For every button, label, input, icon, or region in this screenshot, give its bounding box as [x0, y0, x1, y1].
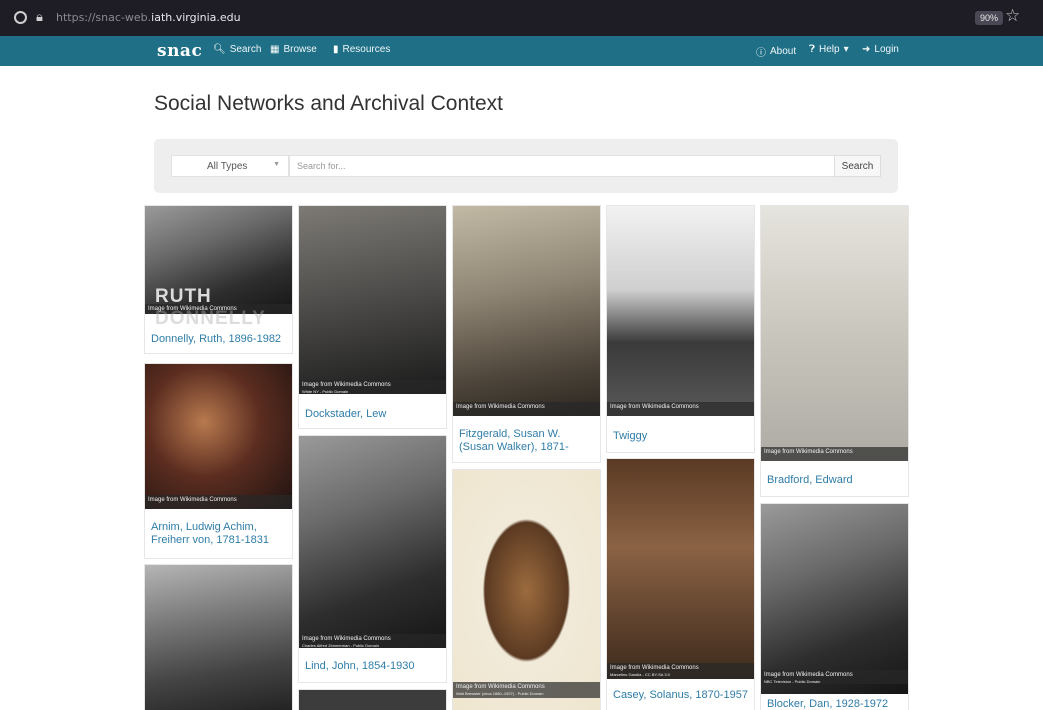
image-caption-text: Image from Wikimedia Commons — [610, 665, 699, 671]
image-credit: White NY - Public Domain — [302, 388, 349, 394]
entity-card[interactable]: Image from Wikimedia Commons Bradford, E… — [760, 205, 909, 497]
image-caption: Image from Wikimedia Commons Walt Brewste… — [453, 682, 600, 698]
page-title: Social Networks and Archival Context — [154, 92, 503, 115]
entity-card[interactable]: Image from Wikimedia Commons Charles Alfr… — [298, 435, 447, 683]
entity-name-link[interactable]: Bradford, Edward — [767, 474, 853, 487]
image-caption: Image from Wikimedia Commons — [453, 402, 600, 416]
address-field[interactable]: https://snac-web.iath.virginia.edu — [56, 11, 241, 24]
entity-card[interactable]: Image from Wikimedia Commons White NY - P… — [298, 205, 447, 429]
entity-card[interactable] — [298, 689, 447, 710]
nav-login[interactable]: ➜ Login — [862, 44, 899, 55]
entity-grid: RUTH DONNELLY Image from Wikimedia Commo… — [144, 205, 910, 710]
search-panel: All Types ▼ Search for... Search — [154, 139, 898, 193]
nav-login-label: Login — [874, 44, 899, 55]
nav-browse[interactable]: ▦ Browse — [270, 44, 317, 55]
image-credit: Walt Brewster (circa 1880–1927) - Public… — [456, 690, 544, 696]
bookmark-icon: ▮ — [333, 44, 339, 55]
image-caption-text: Image from Wikimedia Commons — [764, 672, 853, 678]
nav-help[interactable]: ❓︎ Help ▾ — [809, 44, 849, 55]
image-caption-text: Image from Wikimedia Commons — [302, 382, 391, 388]
entity-card[interactable]: RUTH DONNELLY Image from Wikimedia Commo… — [144, 205, 293, 354]
entity-name-link[interactable]: Donnelly, Ruth, 1896-1982 — [151, 333, 281, 346]
login-icon: ➜ — [862, 44, 871, 55]
entity-name-link[interactable]: Lind, John, 1854-1930 — [305, 660, 414, 673]
portrait-image[interactable] — [145, 565, 292, 710]
entity-name-link[interactable]: Fitzgerald, Susan W. (Susan Walker), 187… — [459, 428, 594, 453]
image-caption: Image from Wikimedia Commons — [145, 495, 292, 509]
entity-name-link[interactable]: Arnim, Ludwig Achim, Freiherr von, 1781-… — [151, 521, 286, 546]
chevron-down-icon: ▾ — [843, 44, 849, 55]
entity-card[interactable]: Image from Wikimedia Commons NBC Televisi… — [760, 503, 909, 710]
nav-resources[interactable]: ▮ Resources — [333, 44, 390, 55]
lock-icon[interactable]: 🔒︎ — [36, 9, 43, 25]
portrait-image[interactable] — [299, 206, 446, 394]
entity-type-value: All Types — [207, 161, 248, 172]
site-navbar: snac 🔍︎ Search ▦ Browse ▮ Resources ⓘ About … — [0, 36, 1043, 66]
search-input[interactable]: Search for... — [289, 155, 835, 177]
url-host: iath.virginia.edu — [151, 11, 241, 24]
entity-name-link[interactable]: Casey, Solanus, 1870-1957 — [613, 689, 748, 702]
entity-name-link[interactable]: Blocker, Dan, 1928-1972 — [767, 698, 888, 710]
portrait-image[interactable]: RUTH DONNELLY — [145, 206, 292, 329]
image-caption: Image from Wikimedia Commons White NY - P… — [299, 380, 446, 394]
entity-name-link[interactable]: Dockstader, Lew — [305, 408, 386, 421]
entity-card[interactable]: Image from Wikimedia Commons Arnim, Ludw… — [144, 363, 293, 559]
portrait-image[interactable] — [607, 459, 754, 679]
portrait-image[interactable] — [453, 206, 600, 416]
nav-resources-label: Resources — [342, 44, 391, 55]
image-credit: NBC Television - Public Domain — [764, 678, 821, 684]
image-caption: Image from Wikimedia Commons — [145, 304, 292, 314]
info-icon: ⓘ — [756, 48, 766, 59]
image-caption-text: Image from Wikimedia Commons — [302, 636, 391, 642]
image-caption: Image from Wikimedia Commons NBC Televisi… — [761, 670, 908, 684]
entity-type-select[interactable]: All Types ▼ — [171, 155, 289, 177]
portrait-image[interactable] — [145, 364, 292, 509]
portrait-image[interactable] — [453, 470, 600, 710]
url-prefix: https://snac-web. — [56, 11, 152, 24]
image-caption: Image from Wikimedia Commons Charles Alfr… — [299, 634, 446, 648]
entity-card[interactable]: Image from Wikimedia Commons Fitzgerald,… — [452, 205, 601, 463]
nav-browse-label: Browse — [283, 44, 317, 55]
question-icon: ❓︎ — [809, 44, 816, 55]
chevron-down-icon: ▼ — [273, 161, 280, 168]
portrait-image[interactable] — [299, 436, 446, 648]
nav-about[interactable]: ⓘ About — [756, 44, 796, 59]
nav-search[interactable]: 🔍︎ Search — [213, 44, 261, 55]
entity-card[interactable] — [144, 564, 293, 710]
reload-icon[interactable] — [14, 11, 27, 24]
image-caption: Image from Wikimedia Commons Marcelino Ga… — [607, 663, 754, 679]
portrait-image[interactable] — [607, 206, 754, 416]
entity-card[interactable]: Image from Wikimedia Commons Marcelino Ga… — [606, 458, 755, 710]
entity-card[interactable]: Image from Wikimedia Commons Walt Brewste… — [452, 469, 601, 710]
image-caption: Image from Wikimedia Commons — [607, 402, 754, 416]
portrait-image[interactable] — [299, 690, 446, 710]
entity-card[interactable]: Image from Wikimedia Commons Twiggy — [606, 205, 755, 453]
nav-search-label: Search — [229, 44, 262, 55]
nav-about-label: About — [770, 46, 797, 57]
search-button[interactable]: Search — [834, 155, 881, 177]
zoom-level[interactable]: 90% — [975, 11, 1004, 25]
brand-logo[interactable]: snac — [157, 41, 202, 61]
browser-url-bar: 🔒︎ https://snac-web.iath.virginia.edu 90… — [0, 0, 1043, 36]
image-credit: Marcelino Gandia - CC BY-SA 3.0 — [610, 671, 670, 677]
bookmark-star-icon[interactable]: ☆ — [1005, 6, 1020, 26]
entity-name-link[interactable]: Twiggy — [613, 430, 647, 443]
portrait-image[interactable] — [761, 504, 908, 694]
nav-help-label: Help — [819, 44, 840, 55]
image-caption-text: Image from Wikimedia Commons — [456, 684, 545, 690]
image-caption: Image from Wikimedia Commons — [761, 447, 908, 461]
portrait-image[interactable] — [761, 206, 908, 461]
image-credit: Charles Alfred Zimmerman - Public Domain — [302, 642, 379, 648]
book-icon: ▦ — [270, 44, 280, 55]
search-icon: 🔍︎ — [213, 44, 226, 55]
